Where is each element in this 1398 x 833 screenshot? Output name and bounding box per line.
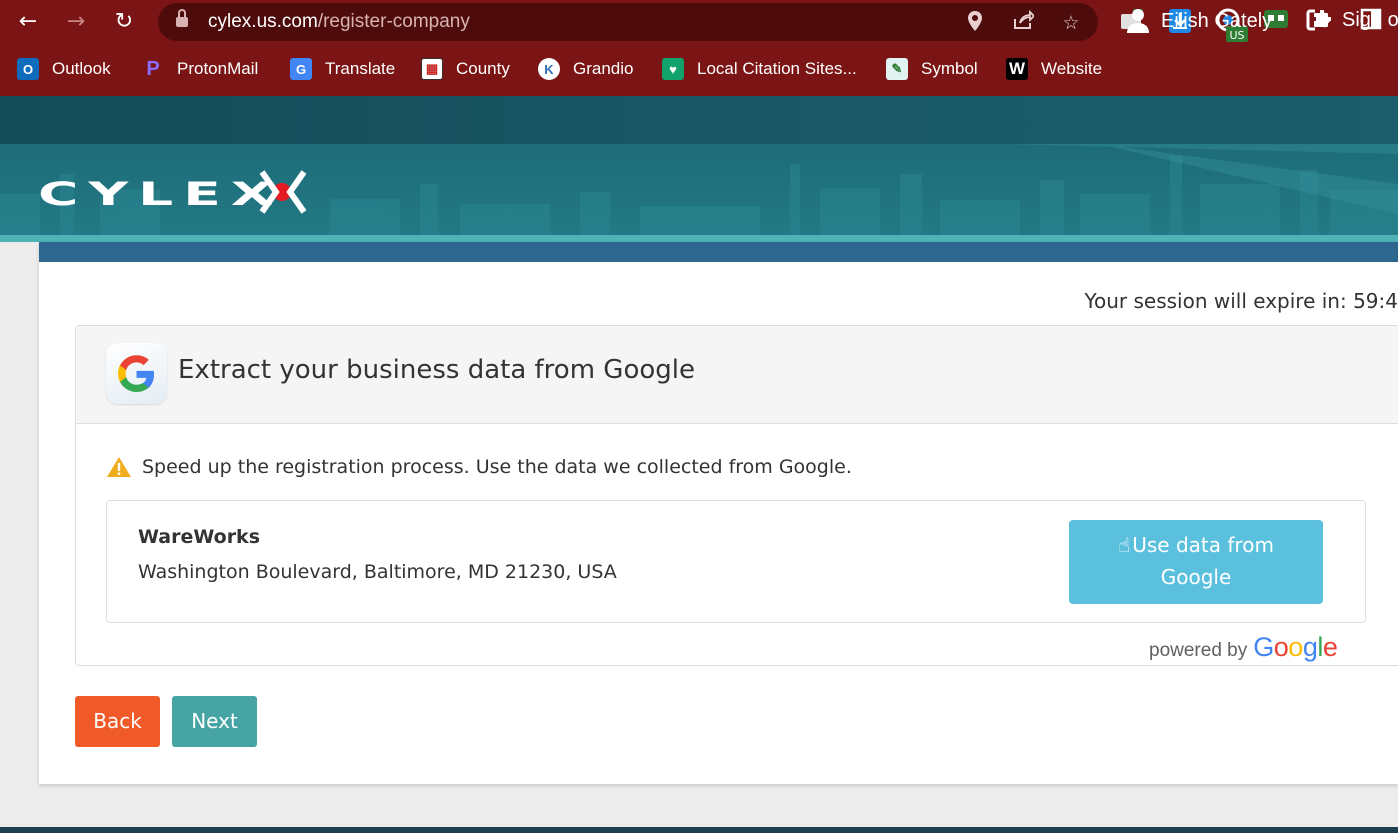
share-icon[interactable] — [1010, 9, 1036, 36]
url-host: cylex.us.com — [208, 11, 318, 32]
google-letter: o — [1288, 632, 1303, 662]
back-arrow-icon[interactable]: ← — [13, 7, 43, 37]
card-top-bar — [39, 242, 1398, 262]
county-icon: ▦ — [421, 58, 443, 80]
sign-out-icon — [1306, 9, 1331, 31]
google-wordmark: Google — [1253, 632, 1338, 663]
use-button-label-2: Google — [1160, 565, 1232, 589]
use-button-label-1: Use data from — [1132, 533, 1274, 557]
bookmark-outlook[interactable]: O Outlook — [17, 56, 111, 82]
hand-pointer-icon: ☝ — [1118, 533, 1131, 557]
bookmark-local-citation[interactable]: ♥ Local Citation Sites... — [662, 56, 857, 82]
outlook-icon: O — [17, 58, 39, 80]
url-path: /register-company — [317, 11, 470, 32]
warning-icon — [107, 457, 131, 477]
citation-icon: ♥ — [662, 58, 684, 80]
page-footer-edge — [0, 827, 1398, 833]
bookmark-label: Outlook — [52, 59, 111, 78]
use-google-data-button[interactable]: ☝ Use data from Google — [1069, 520, 1323, 604]
user-profile-link[interactable]: Eilish Gately — [1126, 8, 1272, 34]
site-top-bar — [0, 96, 1398, 144]
bookmark-label: ProtonMail — [177, 59, 259, 78]
warning-message: Speed up the registration process. Use t… — [106, 456, 852, 478]
bookmark-county[interactable]: ▦ County — [421, 56, 510, 82]
back-button[interactable]: Back — [75, 696, 160, 747]
business-name: WareWorks — [138, 526, 261, 548]
powered-by-google: powered by Google — [1149, 632, 1338, 663]
google-letter: g — [1302, 632, 1318, 662]
bookmark-label: County — [456, 59, 510, 78]
bookmark-label: Website — [1041, 59, 1103, 78]
symbol-icon: ✎ — [886, 58, 908, 80]
bookmark-protonmail[interactable]: P ProtonMail — [142, 56, 258, 82]
google-letter: G — [1253, 632, 1274, 662]
grandio-icon: K — [538, 58, 560, 80]
user-icon — [1127, 9, 1149, 33]
google-data-panel: Extract your business data from Google S… — [75, 325, 1398, 666]
bookmark-grandio[interactable]: K Grandio — [538, 56, 633, 82]
user-name: Eilish Gately — [1161, 9, 1273, 32]
google-translate-icon: G — [290, 58, 312, 80]
bookmarks-bar: O Outlook P ProtonMail G Translate ▦ County … — [0, 44, 1398, 96]
bookmark-label: Symbol — [921, 59, 978, 78]
bookmark-translate[interactable]: G Translate — [290, 56, 395, 82]
wix-icon: W — [1006, 58, 1028, 80]
logo-text: CYLEX — [38, 175, 283, 212]
forward-arrow-icon[interactable]: → — [61, 7, 91, 37]
google-panel-title: Extract your business data from Google — [178, 355, 695, 385]
sign-out-link[interactable]: Sign o — [1306, 8, 1398, 32]
bookmark-label: Translate — [325, 59, 396, 78]
google-panel-header: Extract your business data from Google — [76, 326, 1398, 424]
reload-icon[interactable]: ↻ — [109, 7, 139, 37]
location-pin-icon[interactable] — [962, 10, 988, 36]
lock-icon[interactable] — [176, 9, 188, 28]
warning-text: Speed up the registration process. Use t… — [142, 456, 852, 478]
google-letter: o — [1273, 632, 1289, 662]
powered-by-text: powered by — [1149, 640, 1248, 661]
bookmark-star-icon[interactable]: ☆ — [1058, 10, 1084, 36]
next-button[interactable]: Next — [172, 696, 257, 747]
banner-accent-strip — [0, 235, 1398, 242]
google-letter: e — [1322, 632, 1338, 662]
bookmark-symbol[interactable]: ✎ Symbol — [886, 56, 978, 82]
cylex-logo[interactable]: CYLEX — [38, 166, 312, 216]
url-text[interactable]: cylex.us.com/register-company — [208, 11, 470, 33]
bookmark-website[interactable]: W Website — [1006, 56, 1102, 82]
business-result-card: WareWorks Washington Boulevard, Baltimor… — [106, 500, 1366, 623]
address-bar[interactable]: cylex.us.com/register-company ☆ — [158, 3, 1098, 41]
protonmail-icon: P — [146, 57, 160, 80]
business-address: Washington Boulevard, Baltimore, MD 2123… — [138, 561, 617, 583]
bookmark-label: Grandio — [573, 59, 634, 78]
session-timer: Your session will expire in: 59:4 — [1084, 289, 1398, 313]
google-g-icon — [106, 343, 167, 404]
bookmark-label: Local Citation Sites... — [697, 59, 857, 78]
sign-out-label: Sign o — [1342, 8, 1398, 31]
registration-card: Your session will expire in: 59:4 Extrac… — [39, 242, 1398, 784]
